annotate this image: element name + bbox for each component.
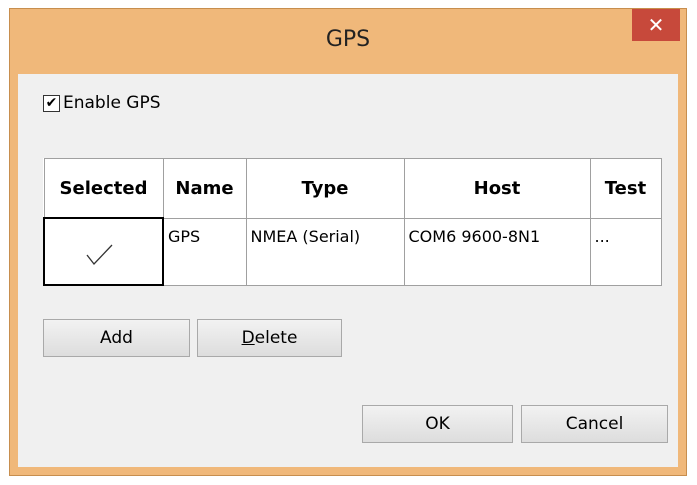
selected-check-icon — [86, 244, 113, 265]
column-header-type[interactable]: Type — [245, 158, 405, 219]
checkmark-icon: ✔ — [45, 95, 58, 111]
name-cell[interactable]: GPS — [162, 217, 247, 286]
host-cell[interactable]: COM6 9600-8N1 — [403, 217, 591, 286]
ok-button[interactable]: OK — [362, 405, 513, 443]
title-bar[interactable]: GPS ✕ — [10, 9, 686, 74]
add-button[interactable]: Add — [43, 319, 190, 357]
table-header-row: Selected Name Type Host Test — [43, 158, 662, 219]
delete-label-rest: elete — [254, 328, 298, 348]
close-icon: ✕ — [647, 13, 665, 37]
checkbox-box[interactable]: ✔ — [43, 94, 60, 112]
column-header-test[interactable]: Test — [589, 158, 662, 219]
test-cell[interactable]: ... — [589, 217, 662, 286]
gps-dialog: GPS ✕ ✔ Enable GPS Selected Name Type Ho… — [9, 8, 687, 476]
type-cell[interactable]: NMEA (Serial) — [245, 217, 405, 286]
dialog-body: ✔ Enable GPS Selected Name Type Host Tes… — [18, 74, 678, 467]
delete-accelerator: D — [241, 328, 255, 348]
delete-button[interactable]: Delete — [197, 319, 342, 357]
selected-cell[interactable] — [43, 217, 164, 286]
cancel-button[interactable]: Cancel — [521, 405, 668, 443]
column-header-name[interactable]: Name — [162, 158, 247, 219]
enable-gps-checkbox[interactable]: ✔ Enable GPS — [43, 93, 161, 113]
column-header-host[interactable]: Host — [403, 158, 591, 219]
enable-gps-label: Enable GPS — [63, 93, 161, 113]
column-header-selected[interactable]: Selected — [43, 158, 164, 219]
dialog-title: GPS — [325, 27, 371, 52]
table-row[interactable]: GPS NMEA (Serial) COM6 9600-8N1 ... — [43, 217, 662, 286]
close-button[interactable]: ✕ — [632, 9, 680, 41]
gps-sources-table: Selected Name Type Host Test GPS NMEA (S… — [43, 158, 662, 286]
